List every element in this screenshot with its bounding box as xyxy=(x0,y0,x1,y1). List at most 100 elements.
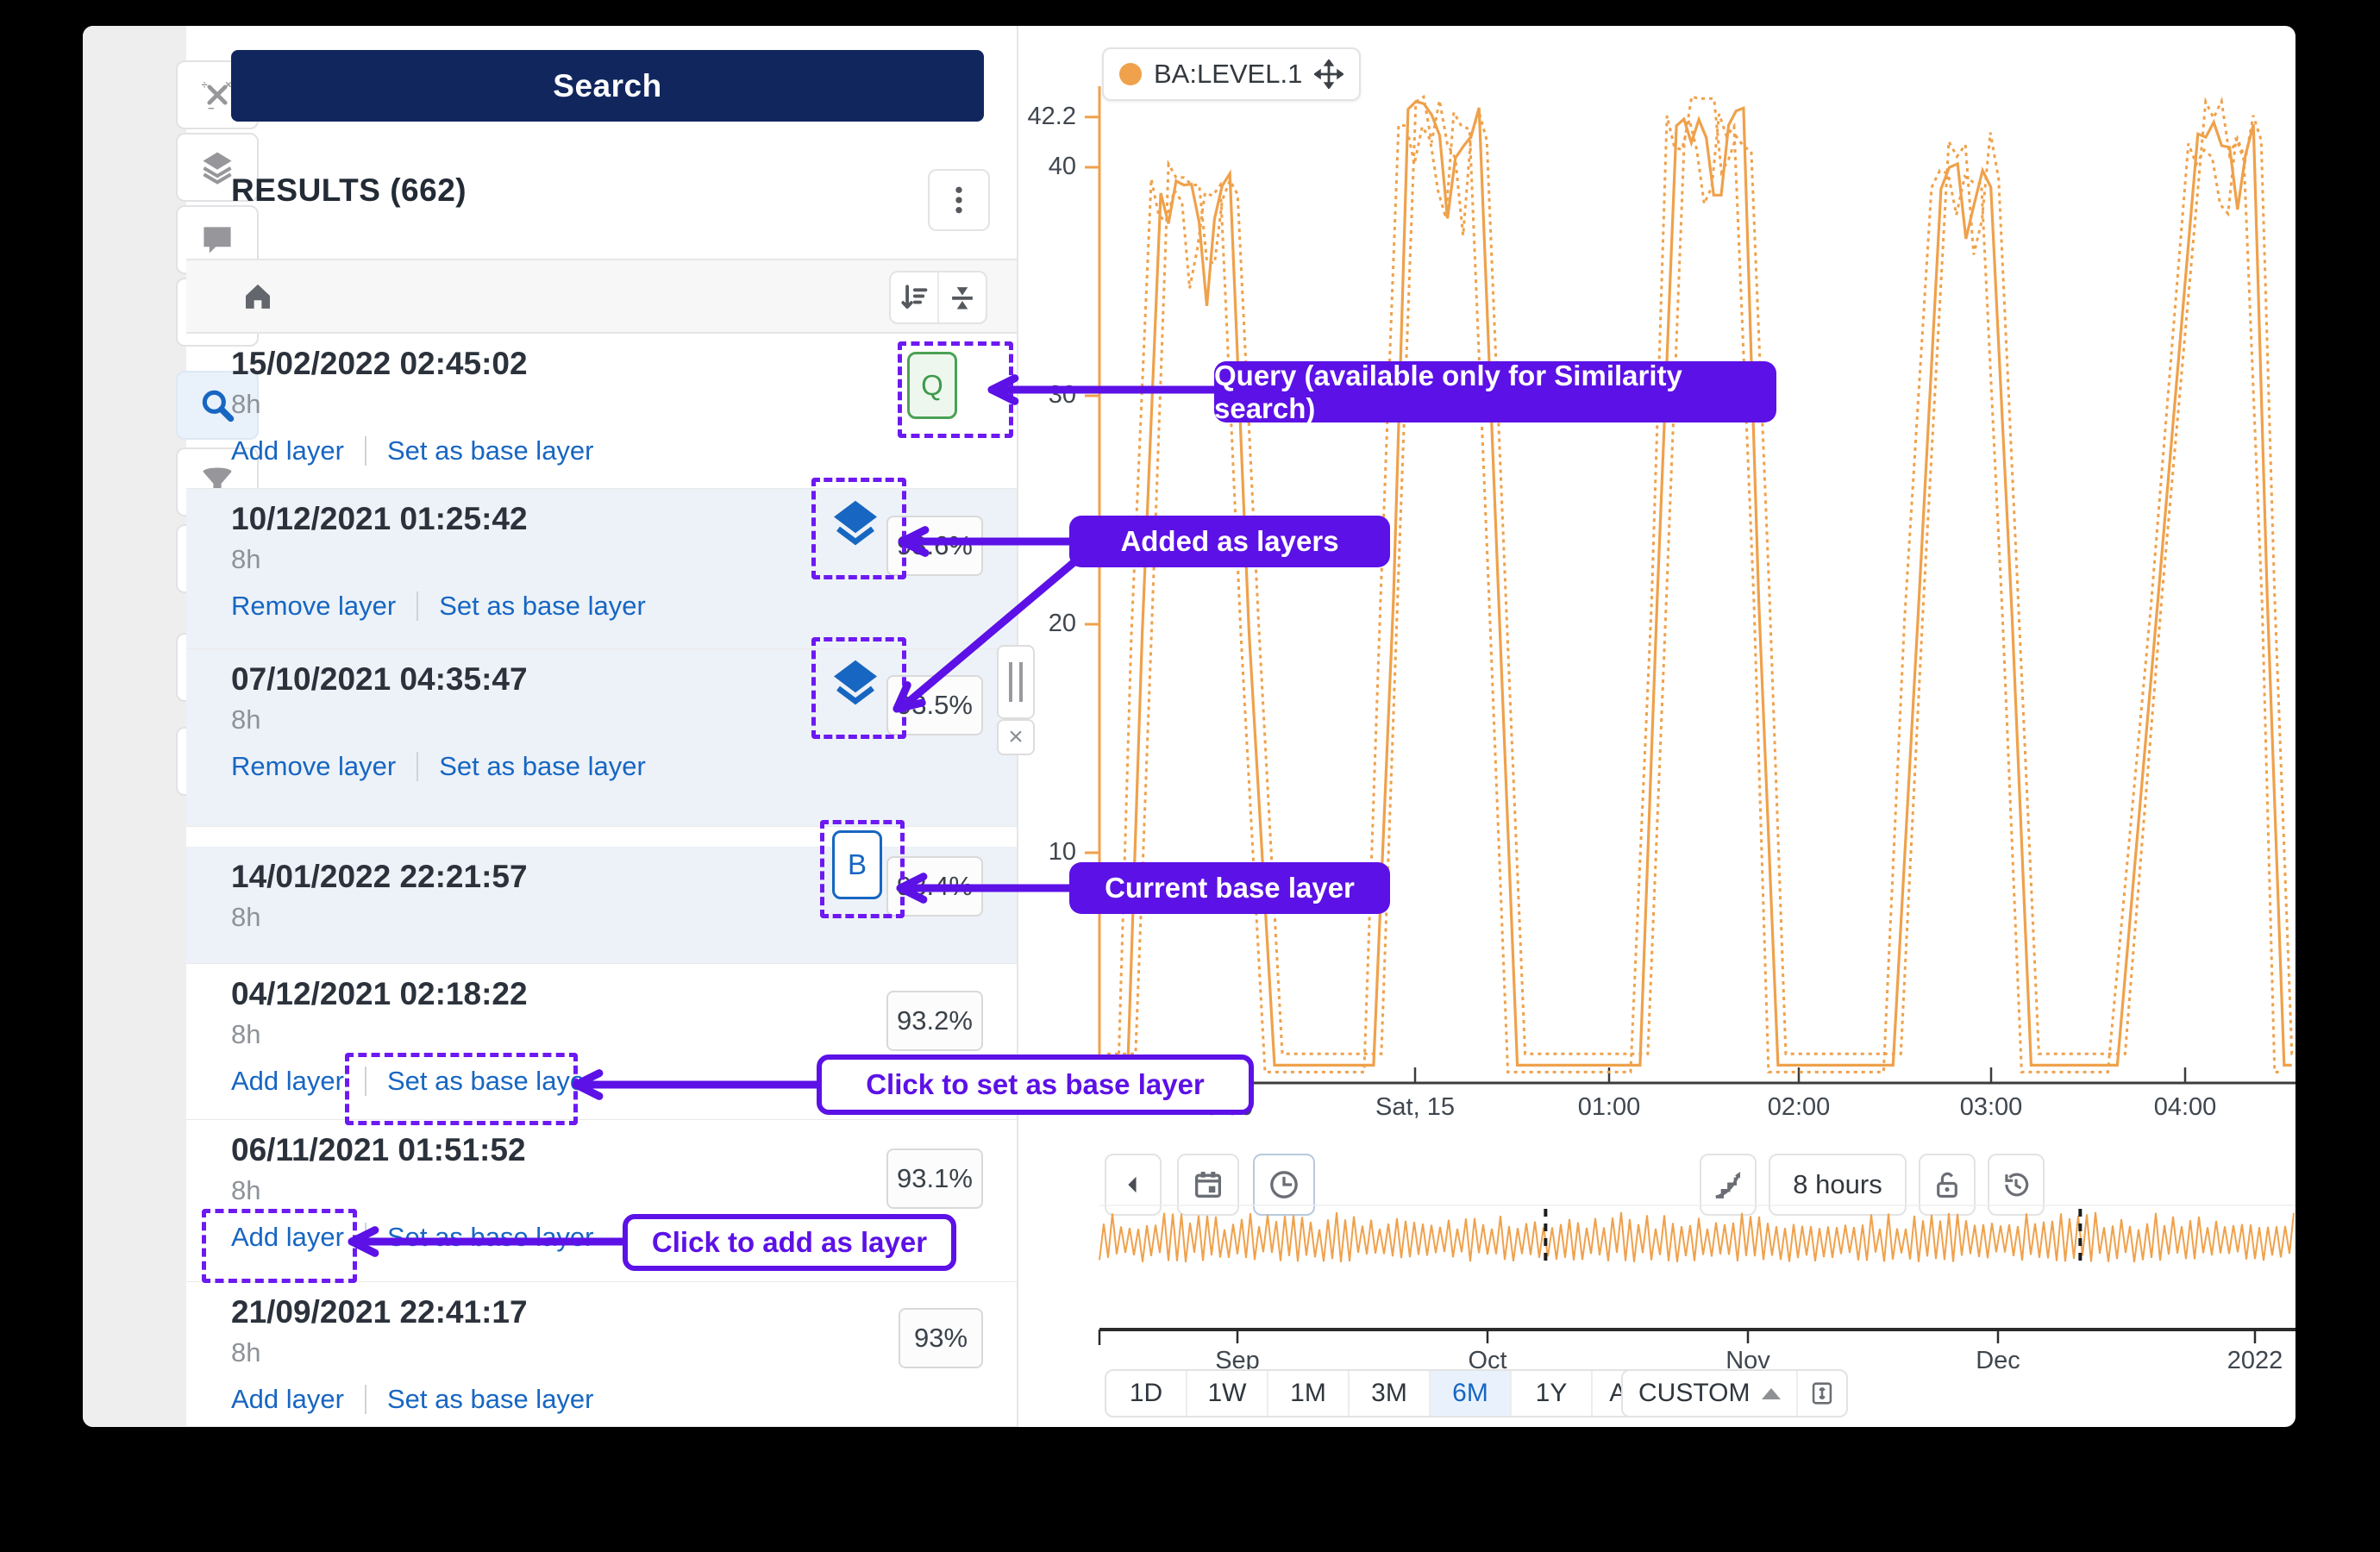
lock-open-button[interactable] xyxy=(1919,1154,1976,1216)
remove-layer-link[interactable]: Remove layer xyxy=(231,751,396,782)
add-layer-link[interactable]: Add layer xyxy=(231,1384,344,1415)
icon-sidebar: ÷×− xyxy=(83,26,186,1427)
add-layer-highlight-box xyxy=(202,1209,357,1283)
range-button-1m[interactable]: 1M xyxy=(1268,1371,1350,1416)
custom-range-group: CUSTOM xyxy=(1621,1369,1848,1417)
result-duration: 8h xyxy=(231,1175,260,1206)
history-icon xyxy=(2000,1168,2032,1201)
results-menu-button[interactable] xyxy=(928,169,990,231)
interpolation-icon xyxy=(1711,1167,1745,1202)
x-tick-label: Sat, 15 xyxy=(1375,1093,1455,1122)
svg-text:−: − xyxy=(208,102,215,114)
y-tick-label: 10 xyxy=(999,838,1076,867)
panel-close-button[interactable]: × xyxy=(997,719,1035,755)
result-date: 21/09/2021 22:41:17 xyxy=(231,1294,528,1330)
result-date: 14/01/2022 22:21:57 xyxy=(231,859,528,895)
x-tick-label: 01:00 xyxy=(1578,1093,1641,1122)
x-tick-label: 02:00 xyxy=(1768,1093,1831,1122)
panel-drag-handle[interactable] xyxy=(997,645,1035,719)
base-highlight-box xyxy=(820,820,905,918)
result-row[interactable]: 15/02/2022 02:45:02 8h Add layer Set as bas… xyxy=(186,334,1018,489)
x-tick-label: 04:00 xyxy=(2154,1093,2217,1122)
result-duration: 8h xyxy=(231,1337,260,1368)
collapse-list-button[interactable] xyxy=(937,272,986,322)
result-duration: 8h xyxy=(231,902,260,933)
y-tick-label: 20 xyxy=(999,610,1076,638)
range-button-1y[interactable]: 1Y xyxy=(1512,1371,1593,1416)
results-header: RESULTS (662) xyxy=(231,172,467,209)
series-name: BA:LEVEL.1 xyxy=(1154,59,1302,90)
home-icon[interactable] xyxy=(240,278,276,318)
screenshot-stage: ÷×− Search RESULTS (662) 15/02/2022 02:4… xyxy=(0,0,2380,1552)
move-icon xyxy=(1314,59,1343,89)
custom-range-button[interactable]: CUSTOM xyxy=(1623,1371,1796,1416)
result-duration: 8h xyxy=(231,544,260,575)
annotation-click-set-base: Click to set as base layer xyxy=(817,1054,1254,1115)
range-button-1d[interactable]: 1D xyxy=(1106,1371,1187,1416)
result-date: 15/02/2022 02:45:02 xyxy=(231,346,528,382)
result-duration: 8h xyxy=(231,1019,260,1050)
timeline-month-label: Dec xyxy=(1976,1347,2020,1375)
annotation-click-add-layer: Click to add as layer xyxy=(623,1214,956,1271)
remove-layer-link[interactable]: Remove layer xyxy=(231,591,396,622)
history-button[interactable] xyxy=(1988,1154,2045,1216)
y-tick-label: 40 xyxy=(999,153,1076,181)
add-layer-link[interactable]: Add layer xyxy=(231,1066,344,1097)
results-toolbar xyxy=(186,259,1018,334)
calendar-icon xyxy=(1191,1167,1225,1202)
sort-desc-icon xyxy=(898,281,930,314)
clock-button[interactable] xyxy=(1253,1154,1315,1216)
duration-button[interactable]: 8 hours xyxy=(1769,1154,1907,1216)
clock-icon xyxy=(1267,1167,1301,1202)
result-date: 04/12/2021 02:18:22 xyxy=(231,976,528,1012)
svg-text:÷: ÷ xyxy=(202,78,208,91)
range-button-group: 1D1W1M3M6M1YALL xyxy=(1105,1369,1674,1417)
fit-range-button[interactable] xyxy=(1796,1371,1846,1416)
set-as-base-layer-link[interactable]: Set as base layer xyxy=(387,435,594,466)
result-date: 10/12/2021 01:25:42 xyxy=(231,501,528,537)
calendar-button[interactable] xyxy=(1177,1154,1239,1216)
similarity-score-badge: 93% xyxy=(899,1308,983,1368)
move-icon[interactable] xyxy=(1314,59,1343,89)
link-divider xyxy=(365,1223,366,1252)
result-duration: 8h xyxy=(231,389,260,420)
step-back-button[interactable] xyxy=(1105,1154,1162,1216)
result-date: 06/11/2021 01:51:52 xyxy=(231,1132,526,1168)
collapse-icon xyxy=(946,281,979,314)
expand-icon xyxy=(1807,1379,1837,1408)
range-button-3m[interactable]: 3M xyxy=(1350,1371,1431,1416)
search-button[interactable]: Search xyxy=(231,50,984,122)
y-tick-label: 42.2 xyxy=(999,103,1076,131)
layer2-highlight-box xyxy=(811,478,906,579)
lock-open-icon xyxy=(1931,1168,1964,1201)
set-as-base-layer-link[interactable]: Set as base layer xyxy=(439,751,646,782)
series-color-dot xyxy=(1119,63,1142,85)
home-icon xyxy=(240,278,276,314)
annotation-added-layers: Added as layers xyxy=(1069,516,1390,567)
link-divider xyxy=(365,1385,366,1414)
timeline-month-label: 2022 xyxy=(2227,1347,2283,1375)
range-button-1w[interactable]: 1W xyxy=(1187,1371,1268,1416)
set-as-base-layer-link[interactable]: Set as base layer xyxy=(439,591,646,622)
custom-range-label: CUSTOM xyxy=(1638,1379,1750,1408)
set-as-base-layer-link[interactable]: Set as base layer xyxy=(387,1384,594,1415)
range-button-6m[interactable]: 6M xyxy=(1431,1371,1512,1416)
annotation-current-base: Current base layer xyxy=(1069,862,1390,914)
kebab-icon xyxy=(942,183,976,217)
layer3-highlight-box xyxy=(811,637,906,739)
sort-descending-button[interactable] xyxy=(891,272,937,322)
add-layer-link[interactable]: Add layer xyxy=(231,435,344,466)
chevron-left-icon xyxy=(1118,1170,1148,1199)
set-as-base-layer-link[interactable]: Set as base layer xyxy=(387,1222,594,1253)
interpolation-button[interactable] xyxy=(1700,1154,1757,1216)
link-divider xyxy=(416,752,418,781)
y-tick-label: 30 xyxy=(999,381,1076,410)
result-row[interactable]: 21/09/2021 22:41:17 8h Add layer Set as bas… xyxy=(186,1282,1018,1427)
query-highlight-box xyxy=(898,341,1013,438)
caret-up-icon xyxy=(1762,1388,1781,1399)
link-divider xyxy=(416,591,418,621)
result-duration: 8h xyxy=(231,704,260,735)
comment-icon xyxy=(198,221,236,259)
legend-chip[interactable]: BA:LEVEL.1 xyxy=(1102,47,1361,101)
similarity-score-badge: 93.1% xyxy=(886,1148,983,1209)
